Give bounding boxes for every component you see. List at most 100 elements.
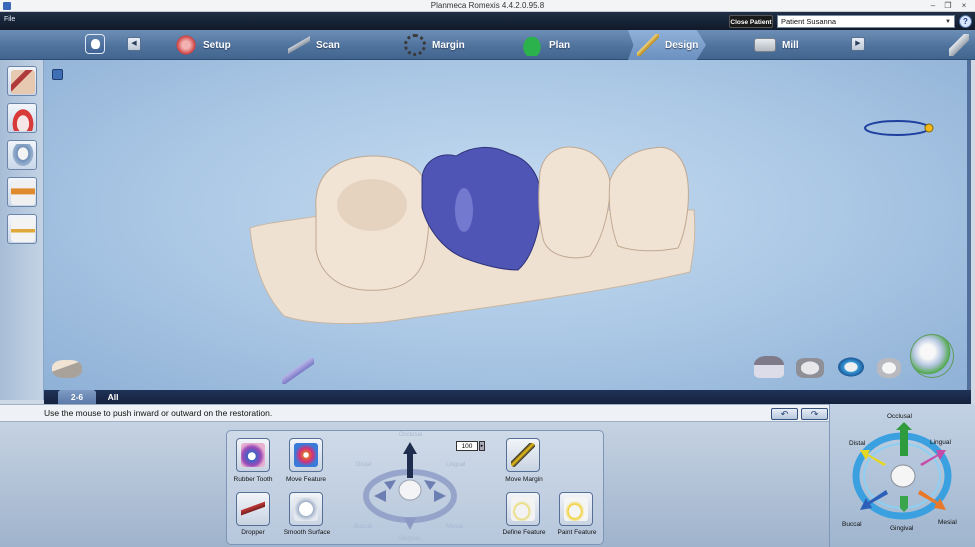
minimize-button[interactable]: – xyxy=(926,0,940,11)
view-crown-only-icon[interactable] xyxy=(877,358,901,378)
orientation-panel: Occlusal Distal Lingual Buccal Gingival … xyxy=(829,404,975,547)
view-side-icon[interactable] xyxy=(796,358,824,378)
paint-feature-button[interactable] xyxy=(559,492,593,526)
patient-dropdown[interactable]: Patient Susanna ▼ xyxy=(777,15,955,28)
define-feature-icon xyxy=(511,497,535,521)
home-tooth-button[interactable] xyxy=(85,34,105,54)
orientation-gizmo-icon[interactable] xyxy=(910,334,954,378)
workflow-step-label: Plan xyxy=(549,39,571,51)
bite-icon xyxy=(11,181,35,205)
gizmo-label-buccal: Buccal xyxy=(354,524,373,530)
close-patient-button[interactable]: Close Patient xyxy=(729,15,773,28)
status-message: Use the mouse to push inward or outward … xyxy=(44,408,273,418)
paint-feature-label: Paint Feature xyxy=(557,529,597,536)
move-feature-icon xyxy=(294,443,318,467)
instrument-tool-icon[interactable] xyxy=(949,34,969,56)
workflow-step-plan[interactable]: Plan xyxy=(521,30,570,60)
workflow-next-button[interactable]: ▶ xyxy=(851,37,865,51)
tooth-preview xyxy=(398,479,422,501)
gizmo-label-occlusal: Occlusal xyxy=(399,432,423,438)
move-margin-label: Move Margin xyxy=(505,476,543,483)
workflow-step-setup[interactable]: Setup xyxy=(175,30,231,60)
romexis-design-window: { "window": {"title": "Planmeca Romexis … xyxy=(0,0,975,547)
workflow-step-label: Design xyxy=(665,39,699,51)
smooth-surface-button[interactable] xyxy=(289,492,323,526)
workflow-step-label: Mill xyxy=(782,39,799,51)
gizmo-label-gingival: Gingival xyxy=(398,536,420,542)
workflow-prev-button[interactable]: ◀ xyxy=(127,37,141,51)
tab-all[interactable]: All xyxy=(100,390,126,404)
strength-spinner[interactable]: ▸ xyxy=(479,441,485,451)
scan-wand-icon[interactable] xyxy=(282,358,314,384)
patient-dropdown-value: Patient Susanna xyxy=(781,17,837,26)
orientation-label-lingual: Lingual xyxy=(930,439,951,446)
undo-button[interactable]: ↶ xyxy=(771,408,798,420)
milling-unit-icon xyxy=(754,38,776,52)
define-feature-button[interactable] xyxy=(506,492,540,526)
strength-input[interactable]: 100 xyxy=(456,441,478,451)
workflow-step-margin[interactable]: Margin xyxy=(404,30,465,60)
crown-highlight xyxy=(455,188,473,232)
tooth-tab-bar xyxy=(44,390,971,404)
rotation-slider[interactable] xyxy=(863,118,937,138)
view-full-arch-button[interactable] xyxy=(7,66,37,96)
workflow-step-design[interactable]: Design xyxy=(637,30,698,60)
view-antagonist-button[interactable] xyxy=(7,214,37,244)
view-bite-button[interactable] xyxy=(7,177,37,207)
close-window-button[interactable]: × xyxy=(957,0,971,11)
push-direction-gizmo[interactable] xyxy=(360,438,460,538)
upper-jaw-icon xyxy=(11,107,35,131)
dropper-button[interactable] xyxy=(236,492,270,526)
gizmo-label-distal: Distal xyxy=(356,462,372,468)
tooth-plan-icon xyxy=(521,34,543,56)
move-feature-button[interactable] xyxy=(289,438,323,472)
menu-file[interactable]: File xyxy=(4,16,15,23)
chevron-down-icon: ▼ xyxy=(945,19,951,25)
rubber-tooth-button[interactable] xyxy=(236,438,270,472)
dropper-label: Dropper xyxy=(241,529,265,536)
model-thumbnail-icon[interactable] xyxy=(52,360,82,378)
margin-ring-icon xyxy=(404,34,426,56)
redo-button[interactable]: ↷ xyxy=(801,408,828,420)
gum-icon xyxy=(175,34,197,56)
orientation-label-buccal: Buccal xyxy=(842,521,862,528)
title-bar: Planmeca Romexis 4.4.2.0.95.8 – ❐ × xyxy=(0,0,975,12)
dropper-icon xyxy=(241,497,265,521)
orientation-label-mesial: Mesial xyxy=(938,519,957,526)
gizmo-label-mesial: Mesial xyxy=(446,524,464,530)
scanner-wand-icon xyxy=(288,34,310,56)
molar-left-fossa xyxy=(337,179,407,231)
orientation-tooth-icon xyxy=(890,464,916,488)
gizmo-label-lingual: Lingual xyxy=(446,462,466,468)
workflow-step-scan[interactable]: Scan xyxy=(288,30,340,60)
tab-2-6[interactable]: 2-6 xyxy=(58,390,96,404)
view-section-icon[interactable] xyxy=(836,356,866,378)
rubber-tooth-label: Rubber Tooth xyxy=(233,476,273,483)
define-feature-label: Define Feature xyxy=(502,529,546,536)
view-occlusal-icon[interactable] xyxy=(754,356,784,378)
window-title: Planmeca Romexis 4.4.2.0.95.8 xyxy=(430,1,545,10)
dental-model-render xyxy=(249,146,696,325)
orientation-label-gingival: Gingival xyxy=(890,525,914,532)
antagonist-icon xyxy=(11,218,35,242)
arrow-gingival[interactable] xyxy=(900,496,908,512)
help-button[interactable]: ? xyxy=(959,15,972,28)
orientation-label-occlusal: Occlusal xyxy=(887,413,912,420)
pencil-icon xyxy=(637,34,659,56)
workflow-step-label: Margin xyxy=(432,39,465,51)
rotation-slider-handle[interactable] xyxy=(924,123,934,133)
view-upper-jaw-button[interactable] xyxy=(7,103,37,133)
smooth-surface-label: Smooth Surface xyxy=(283,529,331,536)
left-toolbar xyxy=(0,60,44,400)
workflow-bar xyxy=(0,30,975,60)
lower-jaw-icon xyxy=(11,144,35,168)
premolar-right xyxy=(608,146,689,252)
move-margin-button[interactable] xyxy=(506,438,540,472)
move-feature-label: Move Feature xyxy=(285,476,327,483)
workflow-step-mill[interactable]: Mill xyxy=(754,30,799,60)
3d-viewport[interactable] xyxy=(44,60,971,390)
jaw-arch-icon xyxy=(11,70,35,94)
workflow-step-label: Scan xyxy=(316,39,340,51)
restore-button[interactable]: ❐ xyxy=(941,0,955,11)
view-lower-jaw-button[interactable] xyxy=(7,140,37,170)
